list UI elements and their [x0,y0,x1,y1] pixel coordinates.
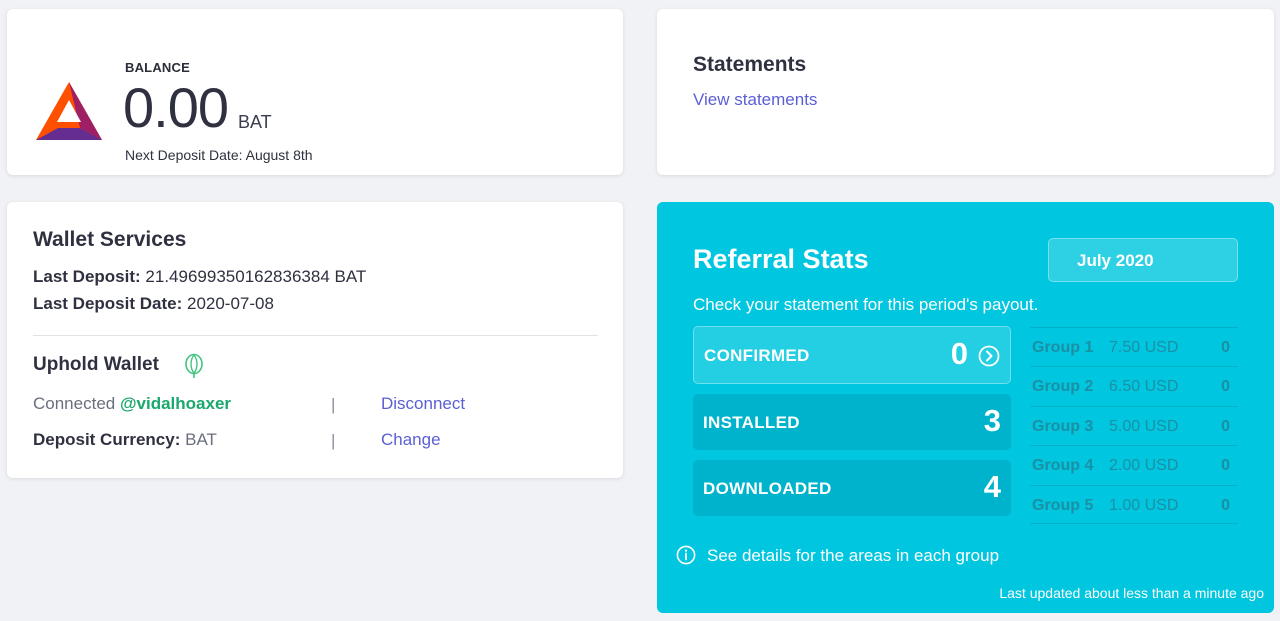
group-amount: 5.00 USD [1109,417,1179,435]
stat-value: 3 [983,403,1001,438]
balance-label: BALANCE [125,60,190,75]
uphold-wallet-title: Uphold Wallet [33,354,159,375]
group-name: Group 3 [1032,417,1094,435]
connected-username: @vidalhoaxer [119,394,232,413]
referral-subtitle: Check your statement for this period's p… [693,295,1039,314]
group-table: Group 1 7.50 USD 0 Group 2 6.50 USD 0 Gr… [1030,327,1238,524]
group-details-link[interactable]: See details for the areas in each group [707,546,999,566]
connected-status: Connected @vidalhoaxer [33,394,231,414]
table-row: Group 4 2.00 USD 0 [1030,445,1238,484]
last-deposit-date-label: Last Deposit Date: [33,294,183,313]
group-amount: 1.00 USD [1109,496,1179,514]
stat-value: 4 [983,469,1001,504]
view-statements-link[interactable]: View statements [693,90,817,110]
next-deposit-date: Next Deposit Date: August 8th [125,147,313,163]
statements-card: Statements View statements [657,9,1274,175]
table-row: Group 3 5.00 USD 0 [1030,405,1238,445]
last-updated-text: Last updated about less than a minute ag… [999,585,1264,601]
wallet-services-card: Wallet Services Last Deposit: 21.4969935… [7,202,623,478]
group-name: Group 2 [1032,378,1094,396]
balance-amount: 0.00 [123,76,229,139]
info-icon [676,545,696,565]
separator: | [331,431,336,450]
connected-prefix: Connected [33,394,116,413]
statements-title: Statements [693,53,807,76]
group-name: Group 5 [1032,496,1094,514]
table-row: Group 5 1.00 USD 0 [1030,484,1238,524]
balance-unit: BAT [238,112,272,132]
last-deposit-label: Last Deposit: [33,267,141,286]
balance-card: BALANCE 0.00 BAT Next Deposit Date: Augu… [7,9,623,175]
group-amount: 6.50 USD [1109,378,1179,396]
group-count: 0 [1221,417,1230,435]
table-row: Group 2 6.50 USD 0 [1030,366,1238,405]
disconnect-link[interactable]: Disconnect [381,394,465,414]
stat-downloaded: DOWNLOADED 4 [693,460,1011,516]
group-count: 0 [1221,378,1230,396]
stat-value: 0 [950,336,968,371]
deposit-currency-value: BAT [185,430,217,449]
referral-stats-title: Referral Stats [693,244,869,274]
group-count: 0 [1221,339,1230,356]
divider [33,335,598,336]
last-deposit-value: 21.49699350162836384 BAT [145,267,367,286]
group-amount: 7.50 USD [1109,339,1179,356]
uphold-icon [185,353,203,378]
bat-logo-icon [36,82,102,140]
group-amount: 2.00 USD [1109,457,1179,475]
month-selector[interactable]: July 2020 [1048,238,1238,282]
wallet-services-title: Wallet Services [33,228,187,251]
group-count: 0 [1221,496,1230,514]
stat-confirmed[interactable]: CONFIRMED 0 [693,326,1011,384]
group-name: Group 1 [1032,339,1094,356]
referral-stats-card: Referral Stats July 2020 Check your stat… [657,202,1274,613]
stat-label: DOWNLOADED [703,479,832,498]
group-count: 0 [1221,457,1230,475]
stat-installed: INSTALLED 3 [693,394,1011,450]
stat-label: CONFIRMED [704,346,810,365]
chevron-right-circle-icon[interactable] [978,345,1000,367]
last-deposit-date: Last Deposit Date: 2020-07-08 [33,294,274,314]
separator: | [331,395,336,414]
stat-label: INSTALLED [703,413,800,432]
change-currency-link[interactable]: Change [381,430,441,450]
group-name: Group 4 [1032,457,1094,475]
table-row: Group 1 7.50 USD 0 [1030,327,1238,366]
deposit-currency: Deposit Currency: BAT [33,430,217,450]
deposit-currency-label: Deposit Currency: [33,430,181,449]
last-deposit: Last Deposit: 21.49699350162836384 BAT [33,267,366,287]
last-deposit-date-value: 2020-07-08 [186,294,274,313]
